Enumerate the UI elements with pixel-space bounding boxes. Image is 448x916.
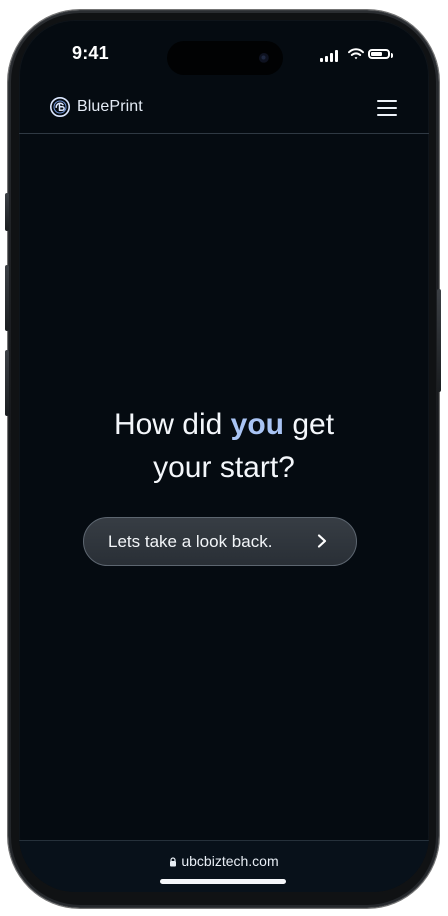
menu-line-bottom bbox=[377, 114, 397, 116]
look-back-button-label: Lets take a look back. bbox=[108, 531, 273, 551]
hamburger-menu-button[interactable] bbox=[377, 98, 399, 118]
action-button bbox=[5, 193, 9, 231]
front-camera-icon bbox=[259, 53, 269, 63]
blueprint-logo-icon bbox=[50, 97, 70, 117]
browser-bottom-bar: ubcbiztech.com bbox=[19, 840, 429, 892]
headline-second-line: your start? bbox=[153, 451, 295, 484]
look-back-button[interactable]: Lets take a look back. bbox=[83, 517, 357, 566]
home-indicator[interactable] bbox=[160, 879, 286, 884]
hero-headline: How did you get your start? bbox=[19, 403, 429, 489]
dynamic-island bbox=[167, 41, 283, 75]
power-button bbox=[437, 289, 441, 392]
site-url: ubcbiztech.com bbox=[181, 853, 279, 869]
signal-icon bbox=[320, 50, 340, 62]
brand-name: BluePrint bbox=[77, 98, 143, 115]
menu-line-top bbox=[377, 100, 397, 102]
battery-level-fill bbox=[371, 52, 383, 56]
chevron-right-icon bbox=[317, 534, 327, 548]
menu-line-middle bbox=[377, 107, 397, 109]
headline-accent: you bbox=[230, 408, 284, 441]
wifi-icon bbox=[348, 48, 364, 60]
status-icons bbox=[320, 47, 393, 63]
status-time: 9:41 bbox=[72, 43, 109, 63]
volume-up-button bbox=[5, 265, 9, 331]
address-bar[interactable]: ubcbiztech.com bbox=[19, 853, 429, 869]
hero-section: How did you get your start? bbox=[19, 403, 429, 489]
volume-down-button bbox=[5, 350, 9, 416]
headline-suffix: get bbox=[284, 408, 335, 441]
brand-link[interactable]: BluePrint bbox=[49, 96, 143, 118]
status-bar: 9:41 bbox=[19, 20, 429, 82]
phone-screen: 9:41 BluePrint How did you get your star… bbox=[19, 20, 429, 892]
lock-icon bbox=[170, 857, 177, 867]
battery-icon bbox=[368, 49, 393, 59]
site-header: BluePrint bbox=[19, 92, 429, 134]
headline-prefix: How did bbox=[113, 408, 231, 441]
